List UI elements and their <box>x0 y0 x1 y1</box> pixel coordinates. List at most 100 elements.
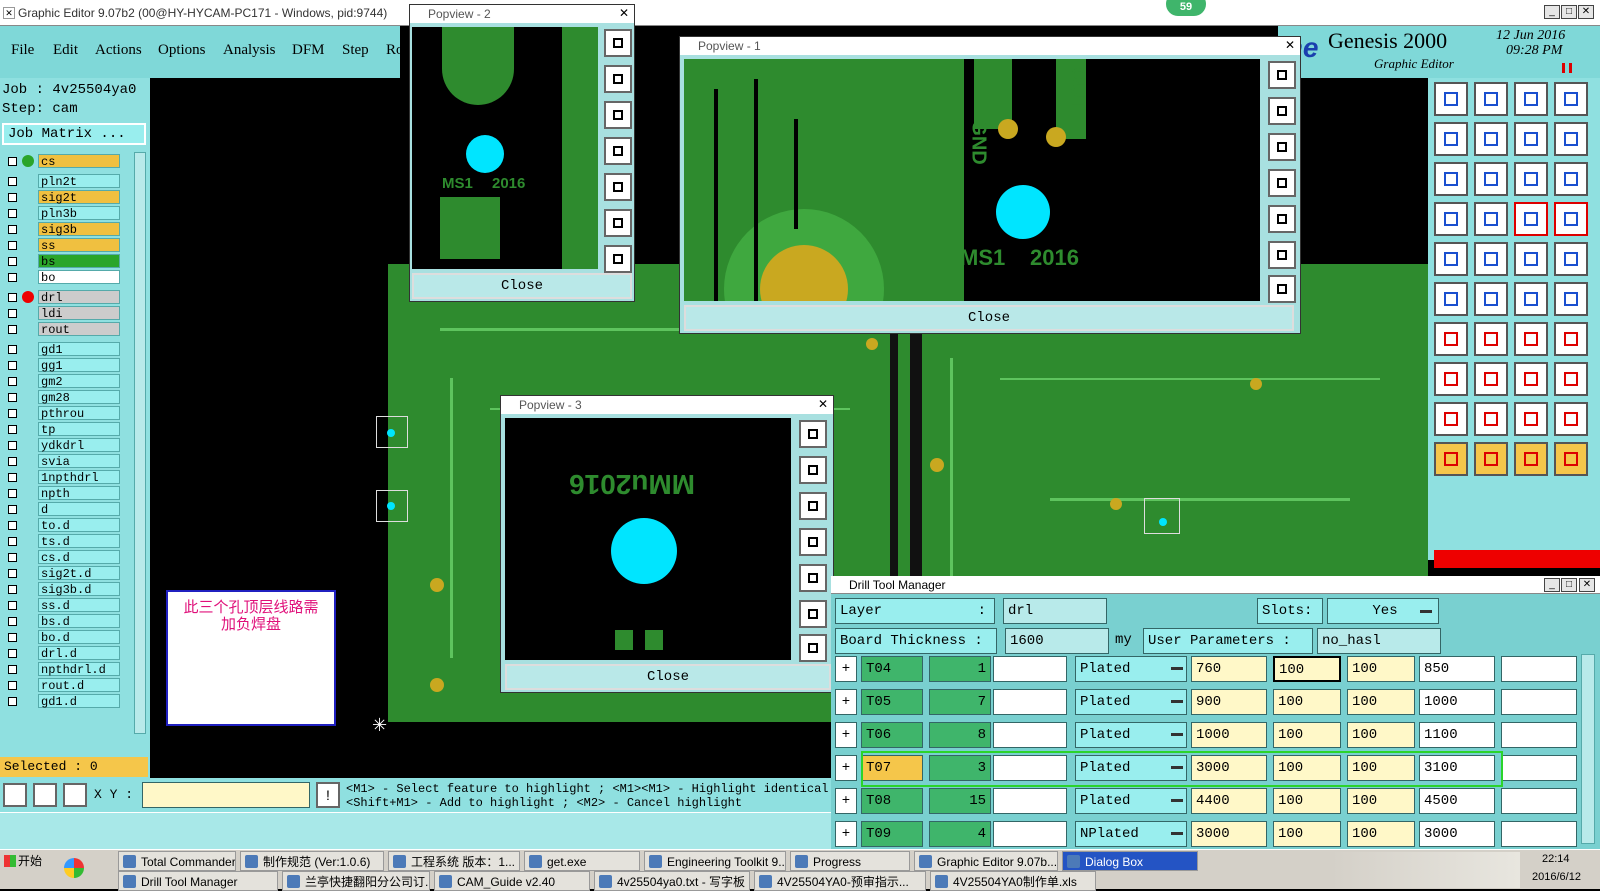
export-icon[interactable] <box>1474 122 1508 156</box>
copy-icon[interactable] <box>1554 282 1588 316</box>
select-3-icon[interactable] <box>1514 442 1548 476</box>
layer-checkbox[interactable] <box>8 633 17 642</box>
layer-row[interactable]: ldi <box>2 306 120 321</box>
pan-right-icon[interactable] <box>1268 205 1296 233</box>
taskbar-button[interactable]: 4V25504YA0-预审指示... <box>754 871 926 891</box>
taskbar-button[interactable]: 工程系统 版本：1... <box>388 851 520 871</box>
layer-row[interactable]: sig2t <box>2 190 120 205</box>
tool-extra-field[interactable] <box>1501 755 1577 781</box>
zoom-in-icon[interactable] <box>1268 97 1296 125</box>
expand-icon[interactable]: + <box>835 788 857 814</box>
taskbar-button[interactable]: 4V25504YA0制作单.xls <box>930 871 1096 891</box>
finish-size-field[interactable]: 3000 <box>1191 821 1267 847</box>
rotate-icon[interactable] <box>1514 322 1548 356</box>
layer-checkbox[interactable] <box>8 257 17 266</box>
measure-icon[interactable] <box>1474 202 1508 236</box>
layer-row[interactable]: gd1 <box>2 342 120 357</box>
layer-row[interactable]: bo <box>2 270 120 285</box>
import-icon[interactable] <box>1434 122 1468 156</box>
add-pad-icon[interactable] <box>1434 242 1468 276</box>
drill-size-field[interactable]: 1100 <box>1419 722 1495 748</box>
grid-icon[interactable] <box>63 783 87 807</box>
tool-row[interactable]: + T06 8 Plated 1000 100 100 1100 <box>831 722 1581 750</box>
menu-analysis[interactable]: Analysis <box>223 42 276 59</box>
zoom-home-icon[interactable] <box>799 600 827 628</box>
zoom-center-icon[interactable] <box>1268 275 1296 303</box>
layer-row[interactable]: bs.d <box>2 614 120 629</box>
layer-checkbox[interactable] <box>8 457 17 466</box>
layer-checkbox[interactable] <box>8 601 17 610</box>
tolerance-plus-field[interactable]: 100 <box>1273 656 1341 682</box>
layer-row[interactable]: svia <box>2 454 120 469</box>
tool-extra-field[interactable] <box>1501 722 1577 748</box>
arc-icon[interactable] <box>1474 322 1508 356</box>
connect-icon[interactable] <box>1434 282 1468 316</box>
menu-ro[interactable]: Ro <box>386 42 404 59</box>
tolerance-minus-field[interactable]: 100 <box>1347 689 1415 715</box>
layer-row[interactable]: bo.d <box>2 630 120 645</box>
board-thickness-field[interactable]: 1600 <box>1005 628 1109 654</box>
taskbar-button[interactable]: get.exe <box>524 851 640 871</box>
save-icon[interactable] <box>1474 82 1508 116</box>
menu-dfm[interactable]: DFM <box>292 42 325 59</box>
layer-checkbox[interactable] <box>8 273 17 282</box>
layer-checkbox[interactable] <box>8 393 17 402</box>
tolerance-plus-field[interactable]: 100 <box>1273 722 1341 748</box>
layer-row[interactable]: gm28 <box>2 390 120 405</box>
shape-icon[interactable] <box>1474 242 1508 276</box>
move-icon[interactable] <box>1514 282 1548 316</box>
taskbar-button[interactable]: Total Commander 7.... <box>118 851 236 871</box>
layer-checkbox[interactable] <box>8 309 17 318</box>
pan-left-icon[interactable] <box>799 528 827 556</box>
zoom-fit-icon[interactable] <box>604 29 632 57</box>
zoom-home-icon[interactable] <box>1268 241 1296 269</box>
start-button[interactable]: 开始 <box>2 852 48 870</box>
group-icon[interactable] <box>1554 362 1588 396</box>
layer-row[interactable]: rout <box>2 322 120 337</box>
pan-left-icon[interactable] <box>604 137 632 165</box>
popview-3-close-button[interactable]: Close <box>505 664 831 690</box>
select-2-icon[interactable] <box>1474 442 1508 476</box>
layer-row[interactable]: sig3b <box>2 222 120 237</box>
layer-row[interactable]: gg1 <box>2 358 120 373</box>
segment-icon[interactable] <box>1474 362 1508 396</box>
layer-checkbox[interactable] <box>8 489 17 498</box>
taskbar-button[interactable]: CAM_Guide v2.40 <box>434 871 590 891</box>
taskbar-button[interactable]: Drill Tool Manager <box>118 871 278 891</box>
popview-1-close-button[interactable]: Close <box>684 305 1294 331</box>
layer-checkbox[interactable] <box>8 585 17 594</box>
layer-field[interactable]: drl <box>1003 598 1107 624</box>
layer-checkbox[interactable] <box>8 193 17 202</box>
layer-row[interactable]: rout.d <box>2 678 120 693</box>
zoom-in-icon[interactable] <box>799 456 827 484</box>
tool-extra-field[interactable] <box>1501 656 1577 682</box>
layer-row[interactable]: drl.d <box>2 646 120 661</box>
zoom-center-icon[interactable] <box>799 634 827 662</box>
job-matrix-button[interactable]: Job Matrix ... <box>2 123 146 145</box>
tolerance-plus-field[interactable]: 100 <box>1273 788 1341 814</box>
pad-icon[interactable] <box>1434 362 1468 396</box>
zoom-out-icon[interactable] <box>604 101 632 129</box>
minimize-button[interactable]: _ <box>1544 5 1560 19</box>
layer-checkbox[interactable] <box>8 409 17 418</box>
layer-row[interactable]: pln2t <box>2 174 120 189</box>
layer-checkbox[interactable] <box>8 521 17 530</box>
layer-checkbox[interactable] <box>8 553 17 562</box>
select-icon[interactable] <box>1434 442 1468 476</box>
layer-row[interactable]: to.d <box>2 518 120 533</box>
scale-icon[interactable] <box>1514 162 1548 196</box>
drill-size-field[interactable]: 3000 <box>1419 821 1495 847</box>
popview-3-close-icon[interactable]: ✕ <box>816 398 830 411</box>
menu-edit[interactable]: Edit <box>53 42 78 59</box>
layer-row[interactable]: cs <box>2 154 120 169</box>
line-icon[interactable] <box>1434 322 1468 356</box>
layer-row[interactable]: ss <box>2 238 120 253</box>
layer-row[interactable]: ydkdrl <box>2 438 120 453</box>
layer-row[interactable]: npth <box>2 486 120 501</box>
net2-icon[interactable] <box>1554 202 1588 236</box>
drill-size-field[interactable]: 850 <box>1419 656 1495 682</box>
layer-checkbox[interactable] <box>8 177 17 186</box>
dtm-minimize-button[interactable]: _ <box>1544 578 1560 592</box>
layer-checkbox[interactable] <box>8 157 17 166</box>
edit-icon[interactable] <box>1434 202 1468 236</box>
